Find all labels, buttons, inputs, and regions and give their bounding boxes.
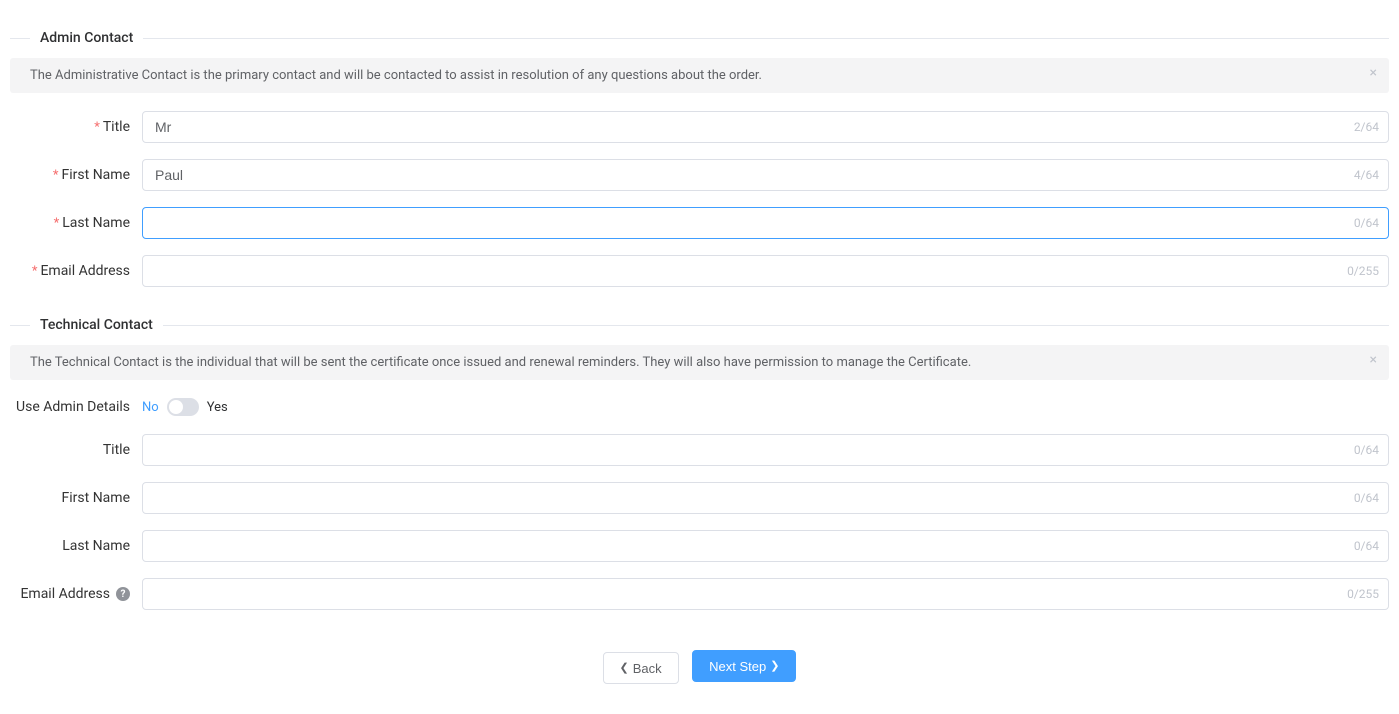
admin-lastname-label: * Last Name	[10, 215, 142, 231]
close-icon[interactable]: ×	[1370, 66, 1377, 80]
toggle-no-label: No	[142, 400, 159, 415]
technical-lastname-row: Last Name 0/64	[10, 530, 1389, 562]
technical-title-input[interactable]	[142, 434, 1389, 466]
label-text: Last Name	[62, 215, 130, 231]
label-text: Title	[103, 442, 130, 458]
label-text: First Name	[62, 490, 130, 506]
admin-title-row: * Title 2/64	[10, 111, 1389, 143]
next-label: Next Step	[709, 659, 766, 674]
divider-line	[143, 38, 1389, 39]
technical-firstname-row: First Name 0/64	[10, 482, 1389, 514]
technical-firstname-label: First Name	[10, 490, 142, 506]
required-star: *	[54, 216, 60, 231]
technical-title-label: Title	[10, 442, 142, 458]
section-admin-header: Admin Contact	[10, 30, 1389, 46]
help-icon[interactable]: ?	[116, 587, 130, 601]
label-text: Email Address	[20, 586, 110, 602]
technical-lastname-label: Last Name	[10, 538, 142, 554]
use-admin-details-row: Use Admin Details No Yes	[10, 398, 1389, 416]
section-admin-title: Admin Contact	[30, 30, 143, 46]
technical-email-row: Email Address ? 0/255	[10, 578, 1389, 610]
section-technical-title: Technical Contact	[30, 317, 163, 333]
footer-actions: ❮ Back Next Step ❯	[10, 650, 1389, 684]
admin-title-label: * Title	[10, 119, 142, 135]
admin-info-text: The Administrative Contact is the primar…	[30, 68, 762, 83]
toggle-yes-label: Yes	[207, 400, 228, 415]
technical-info-banner: The Technical Contact is the individual …	[10, 345, 1389, 380]
admin-lastname-row: * Last Name 0/64	[10, 207, 1389, 239]
technical-title-row: Title 0/64	[10, 434, 1389, 466]
technical-info-text: The Technical Contact is the individual …	[30, 355, 971, 370]
chevron-left-icon: ❮	[620, 663, 629, 674]
divider-line	[10, 38, 30, 39]
label-text: Last Name	[62, 538, 130, 554]
label-text: Use Admin Details	[16, 399, 130, 415]
required-star: *	[53, 168, 59, 183]
divider-line	[163, 325, 1389, 326]
label-text: Email Address	[40, 263, 130, 279]
use-admin-toggle[interactable]	[167, 398, 199, 416]
back-button[interactable]: ❮ Back	[603, 652, 679, 684]
technical-lastname-input[interactable]	[142, 530, 1389, 562]
admin-lastname-input[interactable]	[142, 207, 1389, 239]
chevron-right-icon: ❯	[770, 661, 779, 672]
next-step-button[interactable]: Next Step ❯	[692, 650, 796, 682]
technical-email-input[interactable]	[142, 578, 1389, 610]
label-text: First Name	[62, 167, 130, 183]
admin-firstname-row: * First Name 4/64	[10, 159, 1389, 191]
use-admin-label: Use Admin Details	[10, 399, 142, 415]
admin-email-row: * Email Address 0/255	[10, 255, 1389, 287]
technical-firstname-input[interactable]	[142, 482, 1389, 514]
admin-email-label: * Email Address	[10, 263, 142, 279]
section-technical-header: Technical Contact	[10, 317, 1389, 333]
admin-firstname-input[interactable]	[142, 159, 1389, 191]
admin-firstname-label: * First Name	[10, 167, 142, 183]
required-star: *	[94, 120, 100, 135]
label-text: Title	[103, 119, 130, 135]
admin-info-banner: The Administrative Contact is the primar…	[10, 58, 1389, 93]
admin-title-input[interactable]	[142, 111, 1389, 143]
back-label: Back	[633, 661, 662, 676]
divider-line	[10, 325, 30, 326]
required-star: *	[32, 264, 38, 279]
technical-email-label: Email Address ?	[10, 586, 142, 602]
admin-email-input[interactable]	[142, 255, 1389, 287]
close-icon[interactable]: ×	[1370, 353, 1377, 367]
